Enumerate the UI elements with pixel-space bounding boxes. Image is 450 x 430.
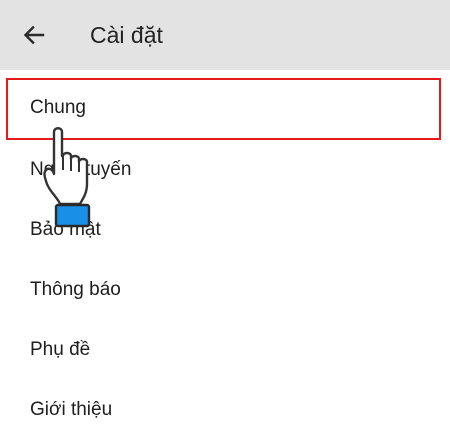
settings-screen: Cài đặt Chung Ngoại tuyến Bảo mật Thông … <box>0 0 450 430</box>
settings-item-subtitles[interactable]: Phụ đề <box>0 320 450 380</box>
settings-item-label: Ngoại tuyến <box>30 159 132 180</box>
page-title: Cài đặt <box>90 22 163 48</box>
app-bar: Cài đặt <box>0 0 450 70</box>
settings-item-label: Thông báo <box>30 279 121 300</box>
settings-item-offline[interactable]: Ngoại tuyến <box>0 140 450 200</box>
settings-list: Chung Ngoại tuyến Bảo mật Thông báo Phụ … <box>0 78 450 430</box>
settings-item-label: Phụ đề <box>30 339 91 360</box>
settings-item-label: Bảo mật <box>30 219 101 240</box>
back-button[interactable] <box>16 17 52 53</box>
settings-item-notifications[interactable]: Thông báo <box>0 260 450 320</box>
settings-item-general[interactable]: Chung <box>6 78 441 140</box>
settings-item-security[interactable]: Bảo mật <box>0 200 450 260</box>
arrow-left-icon <box>23 25 45 45</box>
settings-item-label: Giới thiệu <box>30 399 113 420</box>
settings-item-label: Chung <box>30 97 86 118</box>
settings-item-about[interactable]: Giới thiệu <box>0 380 450 430</box>
